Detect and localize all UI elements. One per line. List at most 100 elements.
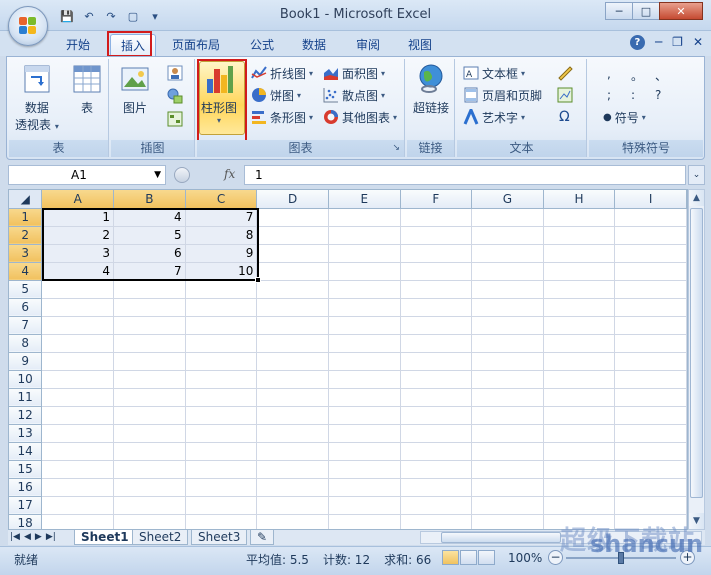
row-header[interactable]: 16 [9, 478, 43, 497]
cell[interactable] [328, 226, 401, 245]
cell[interactable] [614, 370, 687, 389]
other-charts-button[interactable]: 其他图表 ▾ [323, 107, 397, 127]
ribbon-restore-icon[interactable]: ❐ [672, 35, 683, 50]
tab-review[interactable]: 审阅 [346, 34, 390, 56]
cell[interactable] [113, 370, 186, 389]
cell[interactable] [543, 478, 616, 497]
cell[interactable] [471, 442, 544, 461]
cell[interactable] [256, 298, 329, 317]
cell[interactable] [256, 334, 329, 353]
cell[interactable] [113, 496, 186, 515]
cell[interactable] [471, 424, 544, 443]
row-header[interactable]: 15 [9, 460, 43, 479]
zoom-level[interactable]: 100% [508, 551, 542, 565]
cell[interactable] [113, 280, 186, 299]
cell[interactable]: 9 [185, 244, 258, 263]
cell[interactable] [400, 352, 473, 371]
fill-handle[interactable] [255, 277, 261, 283]
cell[interactable]: 3 [41, 244, 115, 263]
cell[interactable] [614, 298, 687, 317]
cell[interactable] [400, 388, 473, 407]
maximize-button[interactable]: □ [632, 2, 660, 20]
cell[interactable] [328, 334, 401, 353]
row-header[interactable]: 8 [9, 334, 43, 353]
cell[interactable] [471, 244, 544, 263]
tab-formulas[interactable]: 公式 [240, 34, 284, 56]
row-header[interactable]: 11 [9, 388, 43, 407]
cell[interactable] [113, 298, 186, 317]
row-header[interactable]: 14 [9, 442, 43, 461]
column-header[interactable]: D [256, 190, 329, 209]
cell[interactable]: 7 [113, 262, 186, 281]
cell[interactable] [185, 478, 258, 497]
cell[interactable] [41, 316, 115, 335]
cell[interactable] [256, 226, 329, 245]
cell[interactable] [543, 496, 616, 515]
cell[interactable] [41, 514, 115, 529]
cell[interactable] [256, 370, 329, 389]
tab-data[interactable]: 数据 [292, 34, 336, 56]
hyperlink-button[interactable]: 超链接 [413, 63, 449, 116]
cell[interactable] [256, 388, 329, 407]
cell[interactable] [543, 388, 616, 407]
cell[interactable]: 4 [113, 208, 186, 227]
formula-expand-icon[interactable]: ⌄ [688, 165, 705, 185]
cell[interactable] [471, 478, 544, 497]
cell[interactable] [113, 478, 186, 497]
cell[interactable] [113, 388, 186, 407]
cell[interactable] [614, 244, 687, 263]
cell[interactable] [113, 352, 186, 371]
cell[interactable] [400, 262, 473, 281]
sheet-tab[interactable]: Sheet2 [132, 530, 189, 545]
cell[interactable] [543, 424, 616, 443]
cell[interactable] [41, 442, 115, 461]
scroll-up-icon[interactable]: ▲ [689, 190, 704, 206]
cell[interactable] [328, 280, 401, 299]
page-break-view-icon[interactable] [478, 550, 495, 565]
column-header[interactable]: E [328, 190, 401, 209]
cell[interactable] [185, 460, 258, 479]
cell[interactable] [471, 352, 544, 371]
row-header[interactable]: 7 [9, 316, 43, 335]
row-header[interactable]: 12 [9, 406, 43, 425]
cell[interactable]: 7 [185, 208, 258, 227]
cell[interactable] [614, 334, 687, 353]
pie-chart-button[interactable]: 饼图 ▾ [251, 85, 301, 105]
row-header[interactable]: 18 [9, 514, 43, 529]
cell[interactable] [400, 280, 473, 299]
cell[interactable] [256, 478, 329, 497]
row-header[interactable]: 9 [9, 352, 43, 371]
cell[interactable] [256, 262, 329, 281]
cell[interactable] [41, 334, 115, 353]
cell[interactable] [256, 514, 329, 529]
column-header[interactable]: F [400, 190, 473, 209]
normal-view-icon[interactable] [442, 550, 459, 565]
cell[interactable] [185, 514, 258, 529]
cell[interactable] [543, 442, 616, 461]
cell[interactable]: 2 [41, 226, 115, 245]
cell[interactable] [471, 298, 544, 317]
column-header[interactable]: B [113, 190, 186, 209]
cell[interactable] [185, 370, 258, 389]
cell[interactable] [471, 262, 544, 281]
cell[interactable] [113, 424, 186, 443]
cell[interactable] [400, 514, 473, 529]
cell[interactable] [185, 298, 258, 317]
cell[interactable] [256, 496, 329, 515]
insert-function-button[interactable]: fx [224, 167, 235, 181]
cell[interactable] [328, 514, 401, 529]
cell[interactable] [543, 352, 616, 371]
cell[interactable] [471, 334, 544, 353]
tab-home[interactable]: 开始 [56, 34, 100, 56]
cell[interactable] [41, 388, 115, 407]
cell[interactable] [113, 406, 186, 425]
cell[interactable] [543, 370, 616, 389]
cell[interactable] [543, 334, 616, 353]
sheet-tab[interactable]: Sheet1 [74, 530, 136, 545]
cell[interactable] [400, 424, 473, 443]
cell[interactable] [41, 280, 115, 299]
cell[interactable] [185, 442, 258, 461]
page-layout-view-icon[interactable] [460, 550, 477, 565]
cell[interactable] [185, 334, 258, 353]
cell[interactable] [614, 262, 687, 281]
